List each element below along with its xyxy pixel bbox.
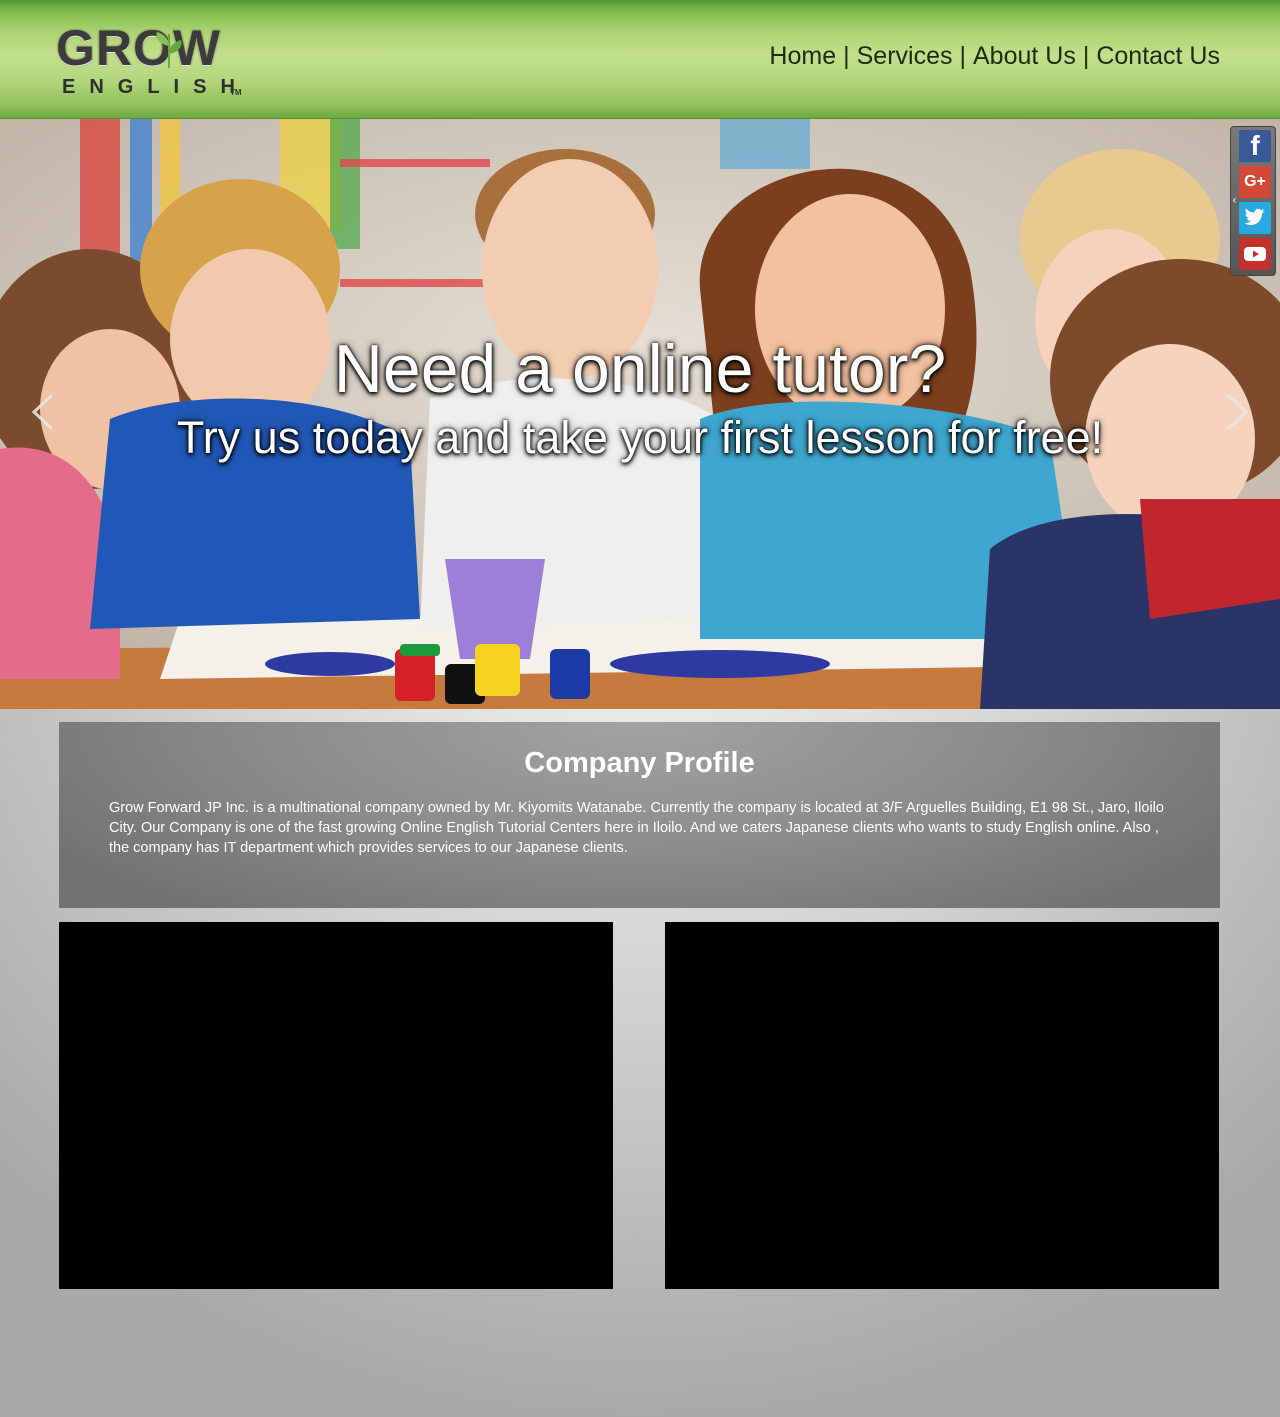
nav-separator: | <box>843 42 850 70</box>
twitter-bird-icon <box>1244 208 1265 225</box>
logo-wordmark: GROW <box>56 20 222 76</box>
grow-english-logo[interactable]: GROW ENGLISH TM <box>56 22 246 102</box>
hero-headline: Need a online tutor? <box>333 331 947 407</box>
logo-trademark: TM <box>230 88 242 97</box>
nav-contact-us[interactable]: Contact Us <box>1096 42 1220 71</box>
nav-services[interactable]: Services <box>857 42 953 71</box>
twitter-icon[interactable] <box>1239 202 1271 234</box>
site-header: GROW ENGLISH TM Home | Services | About … <box>0 0 1280 119</box>
company-profile-text: Grow Forward JP Inc. is a multinational … <box>109 800 1164 856</box>
video-player-right[interactable] <box>665 922 1219 1289</box>
nav-separator: | <box>1082 42 1090 70</box>
social-share-bar: ‹ f G+ <box>1230 126 1276 276</box>
hero-slider: Need a online tutor? Try us today and ta… <box>0 119 1280 709</box>
youtube-icon[interactable] <box>1239 238 1271 270</box>
company-profile-title: Company Profile <box>524 747 755 779</box>
facebook-glyph: f <box>1250 130 1260 161</box>
nav-about-us[interactable]: About Us <box>973 42 1076 71</box>
facebook-icon[interactable]: f <box>1239 130 1271 162</box>
google-plus-glyph: G+ <box>1244 173 1266 190</box>
google-plus-icon[interactable]: G+ <box>1239 166 1271 198</box>
main-nav: Home | Services | About Us | Contact Us <box>769 42 1220 71</box>
company-profile-panel: Company Profile Grow Forward JP Inc. is … <box>59 722 1220 908</box>
hero-subheadline: Try us today and take your first lesson … <box>176 412 1104 463</box>
nav-home[interactable]: Home <box>769 42 836 71</box>
nav-separator: | <box>959 42 966 70</box>
leaf-icon <box>156 32 182 69</box>
chevron-left-icon[interactable] <box>28 387 58 437</box>
logo-subtitle: ENGLISH <box>62 76 249 98</box>
youtube-play-icon <box>1244 247 1266 261</box>
chevron-right-icon[interactable] <box>1222 387 1252 437</box>
video-player-left[interactable] <box>59 922 613 1289</box>
